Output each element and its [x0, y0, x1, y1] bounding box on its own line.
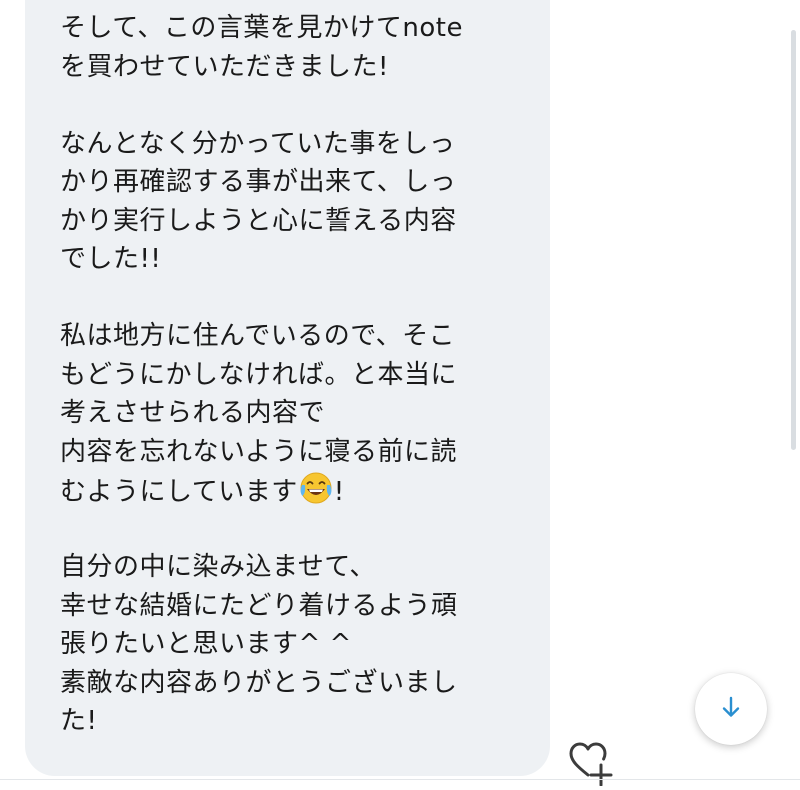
message-line: 内容を忘れないように寝る前に読 — [60, 436, 457, 467]
message-line-blank — [60, 279, 530, 318]
message-line: を買わせていただきました! — [60, 51, 389, 82]
arrow-down-icon — [718, 694, 744, 724]
message-line: 考えさせられる内容で — [60, 398, 326, 428]
message-line-with-emoji: むようにしています ! — [60, 471, 530, 510]
heart-plus-icon — [568, 742, 616, 790]
scroll-to-bottom-button[interactable] — [695, 673, 767, 745]
message-line: 私は地方に住んでいるので、そこ — [60, 321, 456, 351]
scrollbar[interactable] — [791, 30, 796, 450]
message-line: 幸せな結婚にたどり着けるよう頑 — [60, 590, 458, 621]
message-line: 素敵な内容ありがとうございまし — [60, 667, 458, 698]
bottom-divider — [0, 779, 800, 780]
face-with-tears-of-joy-emoji-icon — [299, 471, 333, 505]
emoji-line-after: ! — [333, 477, 345, 507]
message-line-blank — [60, 86, 530, 125]
message-line: かり再確認する事が出来て、しっ — [60, 167, 457, 197]
message-line: 自分の中に染み込ませて、 — [60, 552, 376, 582]
message-line: た! — [60, 706, 98, 736]
message-line: 張りたいと思います^ ^ — [60, 629, 352, 659]
emoji-line-before: むようにしています — [60, 477, 298, 507]
message-line: かり実行しようと心に誓える内容 — [60, 205, 457, 236]
chat-area: そして、この言葉を見かけてnote を買わせていただきました! なんとなく分かっ… — [0, 0, 800, 787]
message-line: もどうにかしなければ。と本当に — [60, 359, 457, 390]
message-line: でした!! — [60, 244, 162, 274]
message-line: そして、この言葉を見かけてnote — [60, 13, 463, 43]
message-line-blank — [60, 510, 530, 549]
message-text: そして、この言葉を見かけてnote を買わせていただきました! なんとなく分かっ… — [60, 9, 530, 741]
message-line: なんとなく分かっていた事をしっ — [60, 128, 456, 159]
